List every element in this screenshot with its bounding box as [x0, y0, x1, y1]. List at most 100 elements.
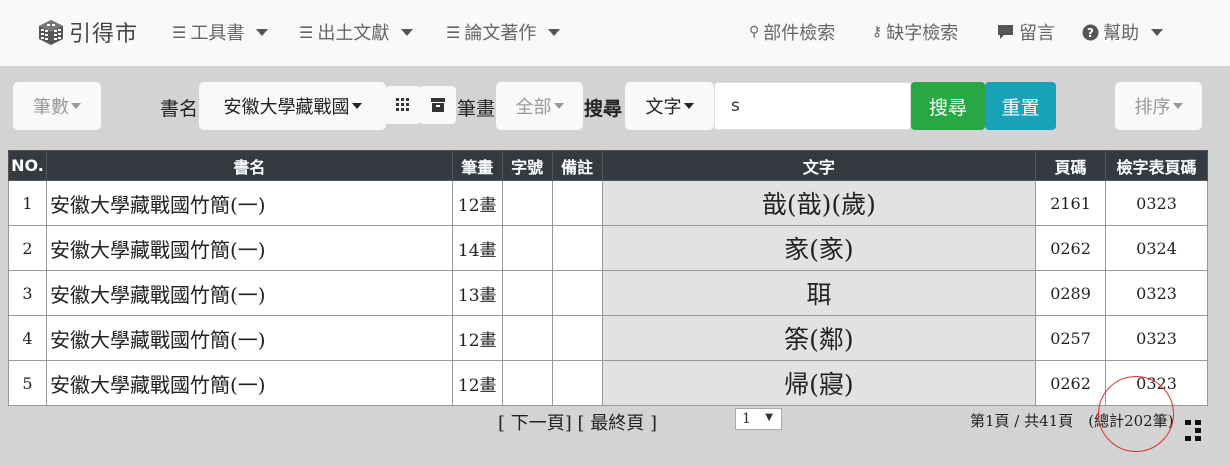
- nav-help-label: 幫助: [1103, 23, 1139, 44]
- header-text[interactable]: 文字: [601, 150, 1037, 181]
- table-row[interactable]: 1 安徽大學藏戰國竹簡(一) 12畫 戠(戠)(歲) 2161 0323: [8, 180, 1208, 226]
- strokes-select-value: 全部: [515, 97, 552, 118]
- cell-strokes: 14畫: [451, 225, 503, 271]
- nav-component-search[interactable]: ⚲ 部件檢索: [749, 18, 835, 46]
- cell-page: 0289: [1035, 270, 1107, 316]
- grid-icon: [396, 98, 409, 111]
- cell-note: [551, 315, 603, 361]
- reset-button[interactable]: 重置: [985, 82, 1056, 130]
- caret-down-icon: [71, 103, 81, 109]
- archive-icon: [431, 98, 445, 112]
- cell-index-page: 0323: [1105, 180, 1208, 226]
- caret-down-icon: [1172, 103, 1183, 109]
- cell-page: 0262: [1035, 360, 1107, 406]
- nav-component-search-label: 部件檢索: [763, 23, 836, 44]
- table-row[interactable]: 3 安徽大學藏戰國竹簡(一) 13畫 聑 0289 0323: [8, 270, 1208, 316]
- sort-label: 排序: [1134, 97, 1171, 118]
- nav-papers[interactable]: ☰ 論文著作: [446, 18, 561, 46]
- cell-note: [551, 225, 603, 271]
- cell-char-no: [501, 315, 553, 361]
- header-page[interactable]: 頁碼: [1035, 150, 1107, 181]
- cell-page: 2161: [1035, 180, 1107, 226]
- cell-text[interactable]: 筡(鄰): [601, 315, 1037, 361]
- search-type-value: 文字: [645, 97, 682, 118]
- cell-note: [551, 360, 603, 406]
- table-row[interactable]: 2 安徽大學藏戰國竹簡(一) 14畫 豙(豙) 0262 0324: [8, 225, 1208, 271]
- caret-down-icon: [683, 103, 694, 109]
- nav-missing-char-search[interactable]: ⚷ 缺字檢索: [872, 18, 958, 46]
- nav-reference-books[interactable]: ☰ 工具書: [172, 18, 269, 46]
- cell-char-no: [501, 360, 553, 406]
- cell-page: 0262: [1035, 225, 1107, 271]
- strokes-label: 筆畫: [457, 98, 496, 120]
- brand[interactable]: 引得市: [37, 14, 138, 50]
- question-circle-icon: ?: [1082, 24, 1099, 40]
- drag-handle-icon[interactable]: [1183, 418, 1203, 444]
- caret-down-icon: [351, 103, 362, 109]
- search-input[interactable]: [714, 82, 911, 130]
- pagination-links: [ 下一頁] [ 最終頁 ]: [498, 409, 657, 435]
- cell-strokes: 12畫: [451, 360, 503, 406]
- cell-text[interactable]: 聑: [601, 270, 1037, 316]
- list-icon: ☰: [172, 22, 187, 42]
- cell-note: [551, 270, 603, 316]
- stroke-count-dropdown[interactable]: 筆數: [13, 82, 101, 130]
- caret-down-icon: [548, 28, 561, 36]
- nav-excavated-texts-label: 出土文獻: [317, 23, 390, 44]
- svg-text:?: ?: [1087, 26, 1094, 40]
- nav-message-label: 留言: [1019, 23, 1055, 44]
- cell-page: 0257: [1035, 315, 1107, 361]
- cell-book: 安徽大學藏戰國竹簡(一): [45, 360, 453, 406]
- archive-button[interactable]: [420, 86, 456, 124]
- cell-char-no: [501, 180, 553, 226]
- table-row[interactable]: 5 安徽大學藏戰國竹簡(一) 12畫 帰(寢) 0262 0323: [8, 360, 1208, 406]
- table-row[interactable]: 4 安徽大學藏戰國竹簡(一) 12畫 筡(鄰) 0257 0323: [8, 315, 1208, 361]
- search-icon: ⚲: [749, 24, 760, 40]
- results-table: NO. 書名 筆畫 字號 備註 文字 頁碼 檢字表頁碼 1 安徽大學藏戰國竹簡(…: [8, 150, 1208, 406]
- cell-char-no: [501, 270, 553, 316]
- cell-no: 1: [8, 180, 47, 226]
- nav-excavated-texts[interactable]: ☰ 出土文獻: [299, 18, 414, 46]
- cell-text[interactable]: 帰(寢): [601, 360, 1037, 406]
- caret-down-icon: [256, 28, 269, 36]
- cell-text[interactable]: 豙(豙): [601, 225, 1037, 271]
- header-book[interactable]: 書名: [45, 150, 453, 181]
- page-select[interactable]: 1 ▼: [735, 408, 782, 430]
- nav-papers-label: 論文著作: [464, 23, 537, 44]
- nav-reference-books-label: 工具書: [190, 23, 245, 44]
- search-type-select[interactable]: 文字: [625, 82, 714, 130]
- cell-book: 安徽大學藏戰國竹簡(一): [45, 180, 453, 226]
- sort-dropdown[interactable]: 排序: [1115, 82, 1202, 130]
- cell-index-page: 0324: [1105, 225, 1208, 271]
- header-index-page[interactable]: 檢字表頁碼: [1105, 150, 1208, 181]
- cell-text[interactable]: 戠(戠)(歲): [601, 180, 1037, 226]
- header-note[interactable]: 備註: [551, 150, 603, 181]
- table-header-row: NO. 書名 筆畫 字號 備註 文字 頁碼 檢字表頁碼: [8, 150, 1208, 181]
- caret-down-icon: [553, 103, 564, 109]
- last-page-link[interactable]: [ 最終頁 ]: [578, 413, 658, 434]
- nav-message[interactable]: 留言: [997, 18, 1055, 46]
- cell-note: [551, 180, 603, 226]
- stroke-count-label: 筆數: [33, 97, 69, 118]
- comment-icon: [998, 25, 1013, 39]
- cell-strokes: 12畫: [451, 315, 503, 361]
- list-icon: ☰: [446, 22, 461, 42]
- list-icon: ☰: [299, 22, 314, 42]
- cell-strokes: 13畫: [451, 270, 503, 316]
- cell-no: 3: [8, 270, 47, 316]
- header-char-no[interactable]: 字號: [501, 150, 553, 181]
- brand-name: 引得市: [69, 22, 139, 47]
- cell-book: 安徽大學藏戰國竹簡(一): [45, 315, 453, 361]
- cell-index-page: 0323: [1105, 315, 1208, 361]
- next-page-link[interactable]: [ 下一頁]: [498, 413, 572, 434]
- key-icon: ⚷: [872, 24, 883, 40]
- strokes-select[interactable]: 全部: [496, 82, 583, 130]
- header-strokes[interactable]: 筆畫: [451, 150, 503, 181]
- page-select-value: 1: [742, 411, 751, 427]
- header-no[interactable]: NO.: [8, 150, 47, 181]
- search-button[interactable]: 搜尋: [911, 82, 985, 130]
- nav-help[interactable]: ? 幫助: [1082, 18, 1163, 46]
- book-select[interactable]: 安徽大學藏戰國: [199, 82, 386, 130]
- grid-view-button[interactable]: [385, 86, 421, 124]
- cell-book: 安徽大學藏戰國竹簡(一): [45, 270, 453, 316]
